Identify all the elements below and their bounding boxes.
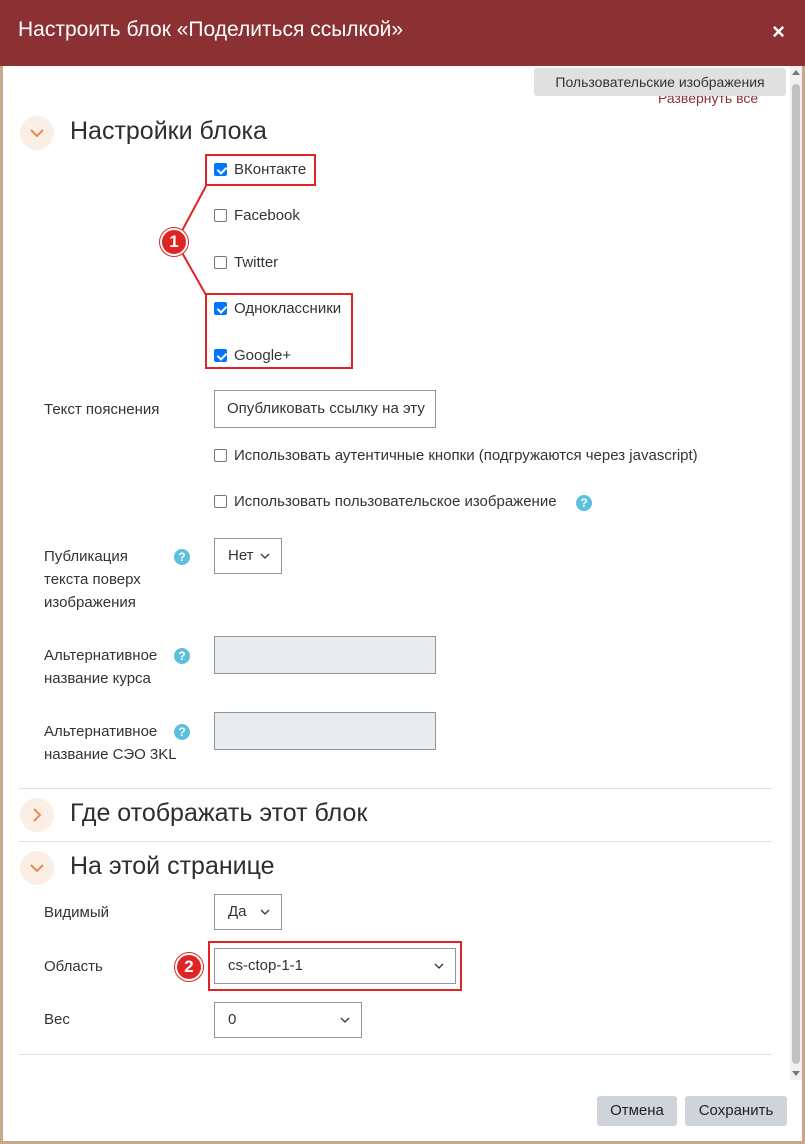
help-icon[interactable]: ? bbox=[174, 549, 190, 565]
alt-course-name-label: Альтернативное название курса bbox=[44, 647, 158, 687]
checkbox-label: Использовать пользовательское изображени… bbox=[234, 493, 557, 510]
visible-select[interactable]: Да bbox=[214, 894, 282, 930]
chevron-down-icon bbox=[260, 553, 270, 559]
annotation-box bbox=[205, 154, 316, 186]
chevron-down-icon[interactable] bbox=[20, 851, 54, 885]
checkbox[interactable] bbox=[214, 449, 227, 462]
section-title: Настройки блока bbox=[70, 117, 267, 145]
chevron-down-icon bbox=[340, 1017, 350, 1023]
checkbox-label: Использовать аутентичные кнопки (подгруж… bbox=[234, 447, 698, 464]
chevron-down-icon[interactable] bbox=[20, 116, 54, 150]
region-label: Область bbox=[44, 958, 103, 975]
divider bbox=[19, 841, 772, 842]
section-this-page-header[interactable]: На этой странице bbox=[20, 851, 320, 887]
checkbox-label: Twitter bbox=[234, 254, 279, 271]
select-value: Нет bbox=[228, 547, 254, 564]
checkbox-custom-image[interactable]: Использовать пользовательское изображени… bbox=[214, 493, 614, 513]
visible-label: Видимый bbox=[44, 904, 109, 921]
publish-over-image-select[interactable]: Нет bbox=[214, 538, 282, 574]
alt-course-name-input[interactable] bbox=[214, 636, 436, 674]
annotation-box bbox=[208, 941, 462, 991]
select-value: 0 bbox=[228, 1011, 237, 1028]
custom-images-button[interactable]: Пользовательские изображения bbox=[534, 68, 786, 96]
scroll-up-icon[interactable] bbox=[792, 70, 800, 75]
checkbox-label: Facebook bbox=[234, 207, 300, 224]
help-icon[interactable]: ? bbox=[576, 495, 592, 511]
save-button[interactable]: Сохранить bbox=[685, 1096, 787, 1126]
select-value: Да bbox=[228, 903, 247, 920]
help-icon[interactable]: ? bbox=[174, 648, 190, 664]
divider bbox=[19, 788, 772, 789]
help-icon[interactable]: ? bbox=[174, 724, 190, 740]
annotation-badge-1: 1 bbox=[160, 228, 188, 256]
weight-label: Вес bbox=[44, 1011, 70, 1028]
chevron-down-icon bbox=[260, 909, 270, 915]
checkbox[interactable] bbox=[214, 495, 227, 508]
dialog-header: Настроить блок «Поделиться ссылкой» × bbox=[0, 0, 805, 66]
annotation-box bbox=[205, 293, 353, 369]
explain-input[interactable]: Опубликовать ссылку на эту bbox=[214, 390, 436, 428]
section-block-settings-header[interactable]: Настройки блока bbox=[20, 116, 320, 152]
weight-select[interactable]: 0 bbox=[214, 1002, 362, 1038]
alt-seo-name-label: Альтернативное название СЭО 3KL bbox=[44, 723, 177, 763]
section-title: На этой странице bbox=[70, 852, 275, 880]
chevron-right-icon[interactable] bbox=[20, 798, 54, 832]
scrollbar[interactable] bbox=[790, 66, 802, 1080]
annotation-badge-2: 2 bbox=[175, 953, 203, 981]
section-title: Где отображать этот блок bbox=[70, 799, 368, 827]
alt-seo-name-input[interactable] bbox=[214, 712, 436, 750]
close-icon[interactable]: × bbox=[772, 20, 785, 44]
scroll-down-icon[interactable] bbox=[792, 1071, 800, 1076]
cancel-button[interactable]: Отмена bbox=[597, 1096, 677, 1126]
publish-over-image-label: Публикация текста поверх изображения bbox=[44, 548, 141, 611]
explain-label: Текст пояснения bbox=[44, 401, 160, 418]
section-where-header[interactable]: Где отображать этот блок bbox=[20, 798, 420, 834]
dialog-title: Настроить блок «Поделиться ссылкой» bbox=[18, 18, 404, 41]
divider bbox=[19, 1054, 772, 1055]
scrollbar-thumb[interactable] bbox=[792, 84, 800, 1064]
